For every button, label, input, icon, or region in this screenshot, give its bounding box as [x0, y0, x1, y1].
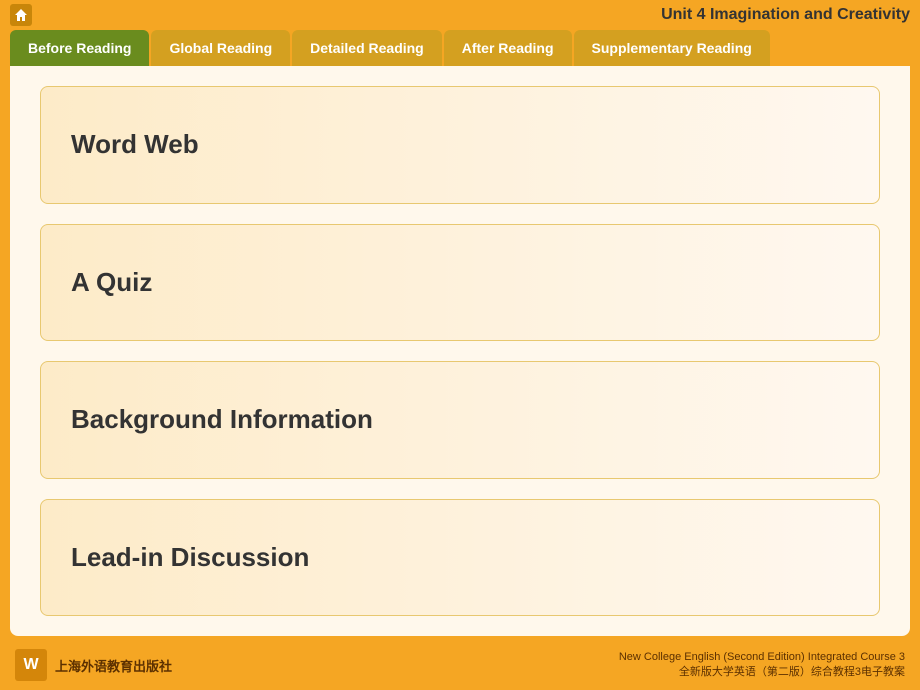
nav-tabs: Before Reading Global Reading Detailed R…: [0, 30, 920, 66]
book-line2: 全新版大学英语（第二版）综合教程3电子教案: [619, 663, 905, 679]
top-bar: Unit 4 Imagination and Creativity: [0, 0, 920, 30]
publisher-name: 上海外语教育出版社: [55, 656, 172, 675]
quiz-card[interactable]: A Quiz: [40, 224, 880, 342]
publisher-logo: W 上海外语教育出版社: [15, 649, 172, 681]
lead-in-discussion-card[interactable]: Lead-in Discussion: [40, 499, 880, 617]
bottom-bar: W 上海外语教育出版社 New College English (Second …: [0, 640, 920, 690]
publisher-icon: W: [15, 649, 47, 681]
background-info-card[interactable]: Background Information: [40, 361, 880, 479]
main-content: Word Web A Quiz Background Information L…: [10, 66, 910, 636]
home-icon[interactable]: [10, 4, 32, 26]
tab-global-reading[interactable]: Global Reading: [151, 30, 290, 66]
tab-after-reading[interactable]: After Reading: [444, 30, 572, 66]
unit-title: Unit 4 Imagination and Creativity: [661, 6, 910, 24]
book-info: New College English (Second Edition) Int…: [619, 651, 905, 679]
word-web-card[interactable]: Word Web: [40, 86, 880, 204]
tab-supplementary-reading[interactable]: Supplementary Reading: [574, 30, 770, 66]
tab-detailed-reading[interactable]: Detailed Reading: [292, 30, 442, 66]
book-line1: New College English (Second Edition) Int…: [619, 651, 905, 663]
tab-before-reading[interactable]: Before Reading: [10, 30, 149, 66]
